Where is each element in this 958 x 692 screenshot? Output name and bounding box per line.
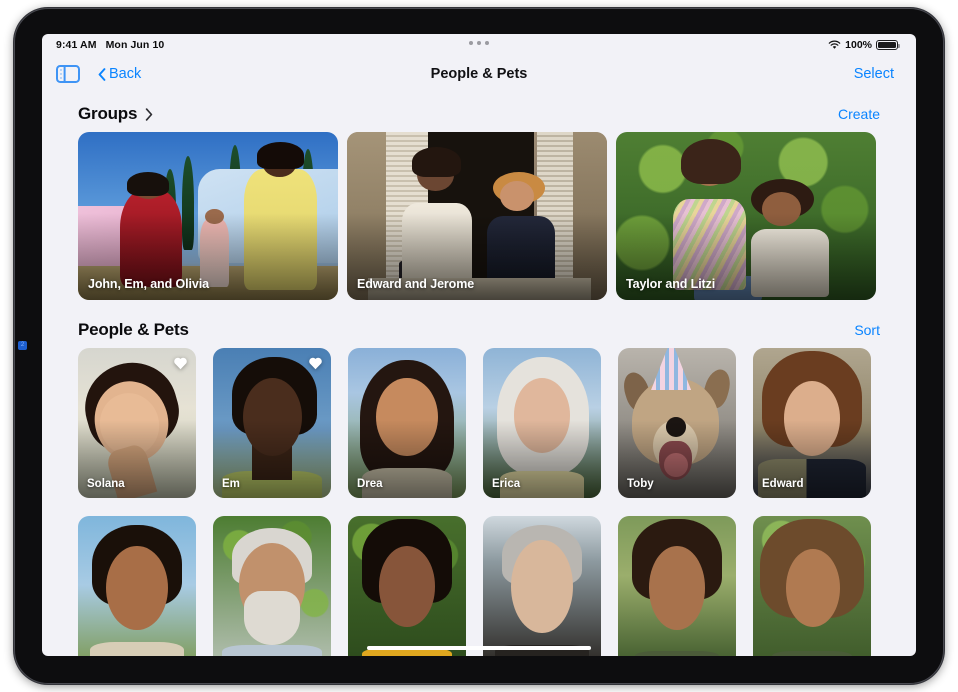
annotation-marker: 2 [18,341,27,350]
create-group-button[interactable]: Create [838,106,880,122]
person-photo [483,516,601,656]
people-section-header: People & Pets Sort [78,312,880,348]
group-card-label: Edward and Jerome [357,277,474,291]
person-photo [618,516,736,656]
sort-button[interactable]: Sort [854,322,880,338]
group-card-label: John, Em, and Olivia [88,277,209,291]
group-card-label: Taylor and Litzi [626,277,715,291]
person-tile[interactable]: Em [213,348,331,498]
person-tile[interactable] [78,516,196,656]
person-tile[interactable] [753,516,871,656]
content-scroll-area[interactable]: Groups Create [42,92,916,656]
person-tile-label: Drea [357,478,383,490]
chevron-right-icon[interactable] [137,108,153,121]
person-tile[interactable] [483,516,601,656]
person-tile[interactable] [618,516,736,656]
battery-icon [876,40,898,51]
person-tile[interactable] [348,516,466,656]
person-tile-label: Solana [87,478,125,490]
back-button[interactable]: Back [98,66,141,82]
groups-title[interactable]: Groups [78,104,137,124]
people-grid: Solana Em Drea [78,348,880,656]
person-tile[interactable]: Edward [753,348,871,498]
home-indicator[interactable] [367,646,591,651]
favorite-heart-icon[interactable] [173,356,188,370]
person-tile[interactable]: Erica [483,348,601,498]
people-title: People & Pets [78,320,189,340]
navigation-bar: Back People & Pets Select [42,56,916,92]
person-tile[interactable]: Drea [348,348,466,498]
status-time: 9:41 AM [56,39,97,51]
back-button-label: Back [109,66,141,82]
person-tile-label: Toby [627,478,654,490]
groups-row: John, Em, and Olivia Edward and Jerome [78,132,880,300]
sidebar-toggle-icon[interactable] [56,65,80,83]
status-bar: 9:41 AM Mon Jun 10 100% [42,34,916,56]
person-photo [753,516,871,656]
person-photo [348,516,466,656]
groups-section-header: Groups Create [78,96,880,132]
group-card[interactable]: Edward and Jerome [347,132,607,300]
page-title: People & Pets [431,66,528,82]
ipad-screen: 9:41 AM Mon Jun 10 100% [42,34,916,656]
person-tile-label: Edward [762,478,804,490]
person-tile[interactable] [213,516,331,656]
status-bar-left: 9:41 AM Mon Jun 10 [56,39,164,51]
chevron-left-icon [98,68,106,81]
person-tile[interactable]: Toby [618,348,736,498]
status-bar-right: 100% [828,39,898,51]
favorite-heart-icon[interactable] [308,356,323,370]
status-date: Mon Jun 10 [106,39,165,51]
group-card[interactable]: Taylor and Litzi [616,132,876,300]
multitasking-dots-icon[interactable] [469,41,489,45]
person-tile-label: Erica [492,478,520,490]
select-button[interactable]: Select [854,66,894,82]
person-tile-label: Em [222,478,240,490]
group-card[interactable]: John, Em, and Olivia [78,132,338,300]
person-photo [213,516,331,656]
wifi-icon [828,40,841,50]
battery-percent-label: 100% [845,39,872,51]
person-tile[interactable]: Solana [78,348,196,498]
person-photo [78,516,196,656]
